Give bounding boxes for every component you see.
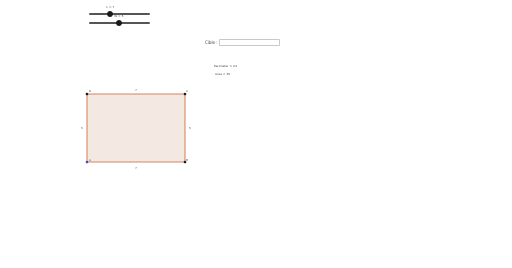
vertex-point-a[interactable] [85, 160, 89, 164]
vertex-point-c[interactable] [183, 92, 187, 96]
vertex-label-d: D [89, 89, 92, 93]
vertex-label-b: B [186, 158, 188, 162]
side-label-left: 5 [81, 126, 83, 130]
rectangle-polygon[interactable] [87, 94, 185, 162]
side-label-bottom: 7 [135, 166, 137, 170]
vertex-label-c: C [186, 89, 188, 93]
vertex-point-d[interactable] [85, 92, 89, 96]
side-label-top: 7 [135, 88, 137, 92]
geometry-canvas[interactable]: A B C D 7 7 5 5 [0, 0, 512, 268]
side-label-right: 5 [189, 126, 191, 130]
